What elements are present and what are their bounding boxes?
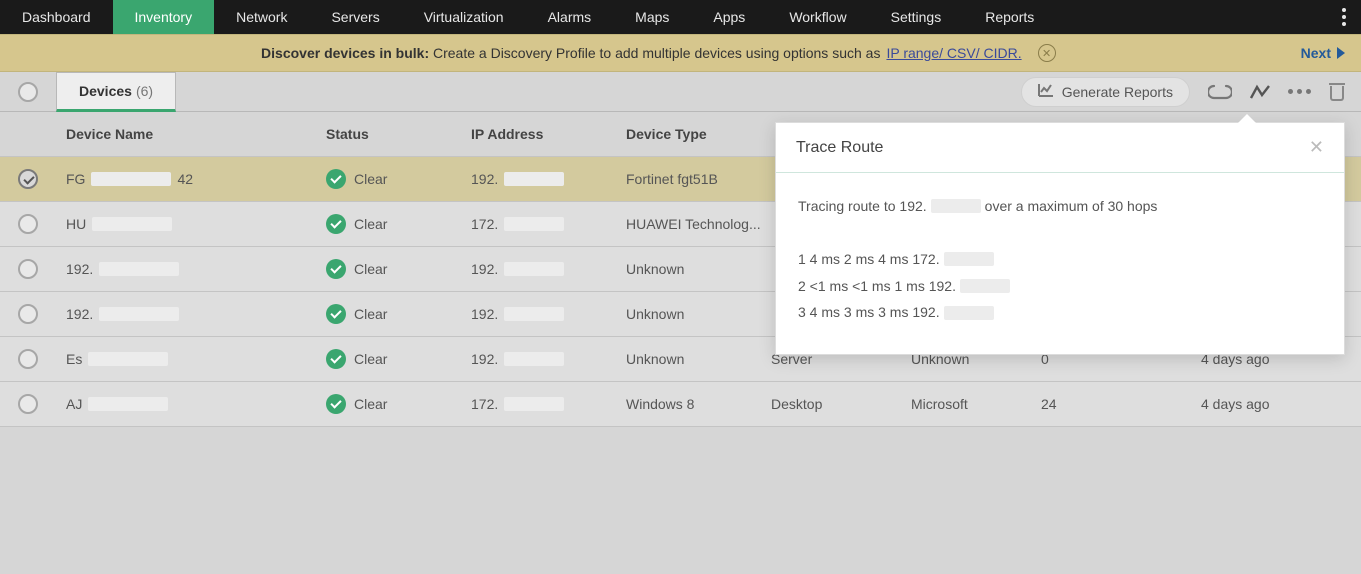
device-ip: 192.: [471, 306, 626, 322]
device-status: Clear: [326, 169, 471, 189]
device-name[interactable]: 192.: [66, 306, 326, 322]
device-name[interactable]: 192.: [66, 261, 326, 277]
refresh-icon[interactable]: [1208, 84, 1232, 100]
device-status: Clear: [326, 214, 471, 234]
nav-servers[interactable]: Servers: [309, 0, 401, 34]
device-status: Clear: [326, 394, 471, 414]
col-type[interactable]: Device Type: [626, 126, 771, 142]
popover-title: Trace Route: [796, 139, 883, 157]
device-interfaces: 24: [1041, 396, 1201, 412]
row-checkbox[interactable]: [18, 304, 38, 324]
trace-hop: 3 4 ms 3 ms 3 ms 192.: [798, 299, 1322, 326]
generate-reports-button[interactable]: Generate Reports: [1021, 77, 1190, 107]
row-checkbox[interactable]: [18, 349, 38, 369]
device-ip: 192.: [471, 351, 626, 367]
tip-bold: Discover devices in bulk:: [261, 45, 429, 61]
device-vendor: Microsoft: [911, 396, 1041, 412]
device-type: Unknown: [626, 261, 771, 277]
device-type: Unknown: [626, 351, 771, 367]
chart-icon: [1038, 83, 1054, 100]
nav-apps[interactable]: Apps: [691, 0, 767, 34]
device-type: Unknown: [626, 306, 771, 322]
discover-tip-bar: Discover devices in bulk: Create a Disco…: [0, 34, 1361, 72]
device-type: Windows 8: [626, 396, 771, 412]
tip-text: Create a Discovery Profile to add multip…: [433, 45, 880, 61]
trace-intro: Tracing route to 192.over a maximum of 3…: [798, 193, 1322, 220]
device-ip: 172.: [471, 216, 626, 232]
generate-reports-label: Generate Reports: [1062, 84, 1173, 100]
status-ok-icon: [326, 214, 346, 234]
nav-dashboard[interactable]: Dashboard: [0, 0, 113, 34]
devices-header: Devices (6) Generate Reports: [0, 72, 1361, 112]
nav-workflow[interactable]: Workflow: [767, 0, 868, 34]
tab-devices-count: (6): [136, 83, 153, 99]
device-name[interactable]: HU: [66, 216, 326, 232]
row-checkbox[interactable]: [18, 214, 38, 234]
popover-close-icon[interactable]: ✕: [1309, 137, 1324, 158]
trace-route-popover: Trace Route ✕ Tracing route to 192.over …: [775, 122, 1345, 355]
row-checkbox[interactable]: [18, 169, 38, 189]
chevron-right-icon: [1337, 47, 1345, 59]
nav-alarms[interactable]: Alarms: [526, 0, 614, 34]
device-category: Desktop: [771, 396, 911, 412]
row-checkbox[interactable]: [18, 259, 38, 279]
nav-inventory[interactable]: Inventory: [113, 0, 215, 34]
device-status: Clear: [326, 259, 471, 279]
tip-close-icon[interactable]: ✕: [1038, 44, 1056, 62]
trace-hop: 2 <1 ms <1 ms 1 ms 192.: [798, 273, 1322, 300]
col-device-name[interactable]: Device Name: [56, 126, 326, 142]
nav-more-icon[interactable]: [1327, 0, 1361, 34]
col-ip[interactable]: IP Address: [471, 126, 626, 142]
device-added: 4 days ago: [1201, 396, 1351, 412]
more-actions-icon[interactable]: [1288, 89, 1311, 94]
nav-reports[interactable]: Reports: [963, 0, 1056, 34]
device-type: HUAWEI Technolog...: [626, 216, 771, 232]
trace-hop: 1 4 ms 2 ms 4 ms 172.: [798, 246, 1322, 273]
device-status: Clear: [326, 304, 471, 324]
col-status[interactable]: Status: [326, 126, 471, 142]
top-nav: DashboardInventoryNetworkServersVirtuali…: [0, 0, 1361, 34]
status-ok-icon: [326, 349, 346, 369]
nav-network[interactable]: Network: [214, 0, 309, 34]
table-row[interactable]: AJClear172.Windows 8DesktopMicrosoft244 …: [0, 382, 1361, 427]
device-ip: 192.: [471, 171, 626, 187]
tip-next-button[interactable]: Next: [1301, 45, 1345, 61]
device-name[interactable]: Es: [66, 351, 326, 367]
tab-devices-label: Devices: [79, 83, 132, 99]
device-status: Clear: [326, 349, 471, 369]
nav-virtualization[interactable]: Virtualization: [402, 0, 526, 34]
trace-route-icon[interactable]: [1250, 84, 1270, 100]
row-checkbox[interactable]: [18, 394, 38, 414]
device-name[interactable]: FG42: [66, 171, 326, 187]
tip-next-label: Next: [1301, 45, 1331, 61]
nav-settings[interactable]: Settings: [869, 0, 964, 34]
device-ip: 192.: [471, 261, 626, 277]
delete-icon[interactable]: [1329, 83, 1345, 101]
status-ok-icon: [326, 169, 346, 189]
toolbar: Generate Reports: [1021, 72, 1361, 111]
tip-link[interactable]: IP range/ CSV/ CIDR.: [886, 45, 1021, 61]
status-ok-icon: [326, 394, 346, 414]
status-ok-icon: [326, 304, 346, 324]
device-type: Fortinet fgt51B: [626, 171, 771, 187]
tab-devices[interactable]: Devices (6): [56, 72, 176, 112]
device-ip: 172.: [471, 396, 626, 412]
status-ok-icon: [326, 259, 346, 279]
device-name[interactable]: AJ: [66, 396, 326, 412]
select-all-checkbox[interactable]: [18, 82, 38, 102]
nav-maps[interactable]: Maps: [613, 0, 691, 34]
